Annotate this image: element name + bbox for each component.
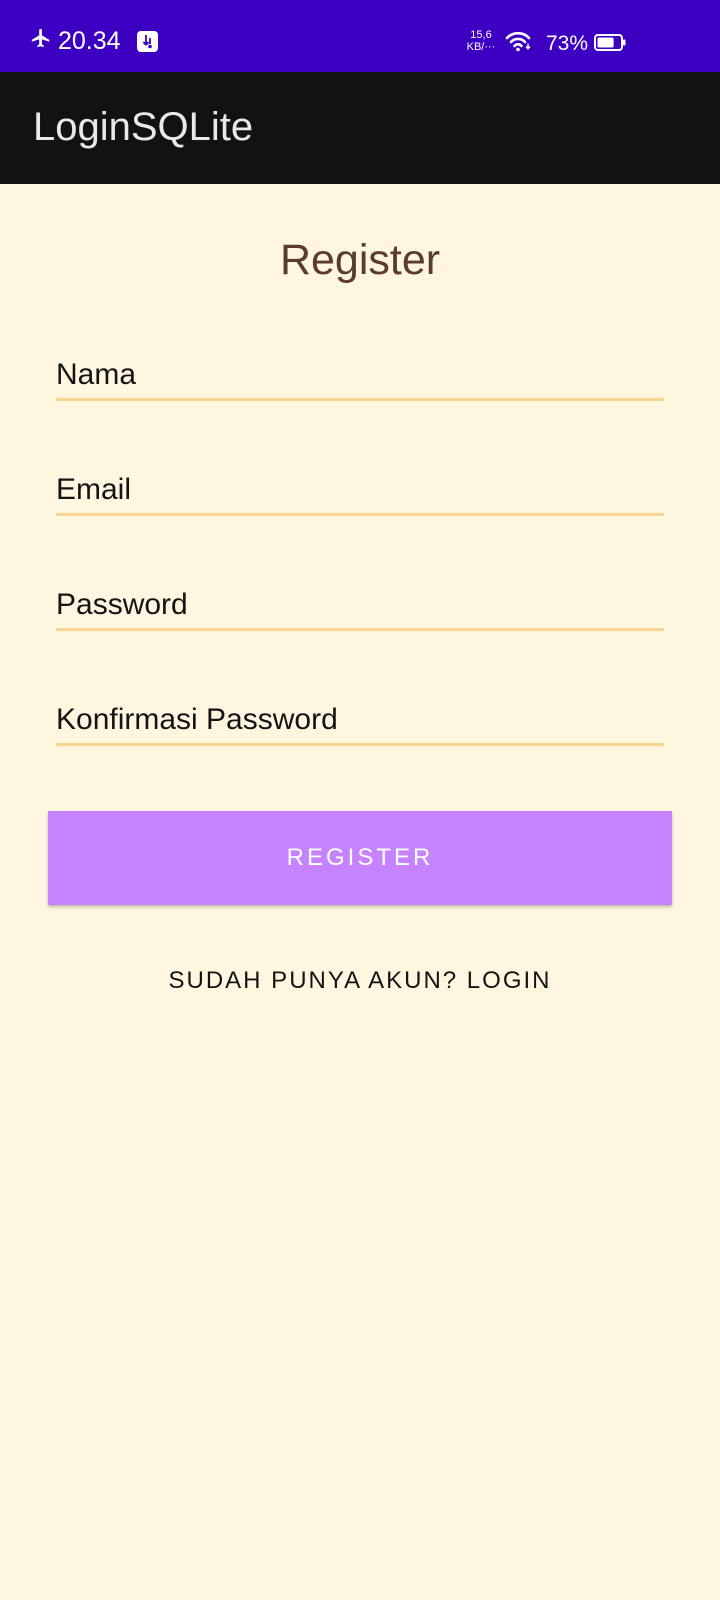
login-link[interactable]: SUDAH PUNYA AKUN? LOGIN (0, 962, 720, 1000)
password-field[interactable]: Password (56, 584, 664, 631)
app-title: LoginSQLite (33, 105, 254, 149)
page-title: Register (279, 236, 441, 284)
confirm-password-field[interactable]: Konfirmasi Password (56, 699, 664, 746)
app-bar: LoginSQLite (0, 72, 720, 184)
battery-fill (597, 37, 614, 48)
confirm-password-field-hint: Konfirmasi Password (56, 703, 338, 736)
battery-icon (594, 34, 626, 51)
network-speed-value: 15,6 (470, 29, 492, 41)
register-button-label: REGISTER (286, 844, 434, 871)
name-field-hint: Nama (56, 358, 137, 391)
name-field[interactable]: Nama (56, 354, 664, 401)
wifi-icon (505, 31, 531, 52)
airplane-icon (31, 28, 50, 48)
usb-debug-icon (137, 31, 158, 52)
email-field-hint: Email (56, 473, 132, 506)
status-bar: 20.34 15,6 KB/··· 73% (0, 0, 720, 72)
password-field-hint: Password (56, 588, 188, 621)
register-button[interactable]: REGISTER (48, 811, 672, 905)
status-time: 20.34 (58, 27, 121, 55)
network-speed: 15,6 KB/··· (466, 29, 496, 53)
battery-percent: 73% (546, 32, 589, 55)
email-field[interactable]: Email (56, 469, 664, 516)
network-speed-unit: KB/··· (466, 41, 496, 53)
